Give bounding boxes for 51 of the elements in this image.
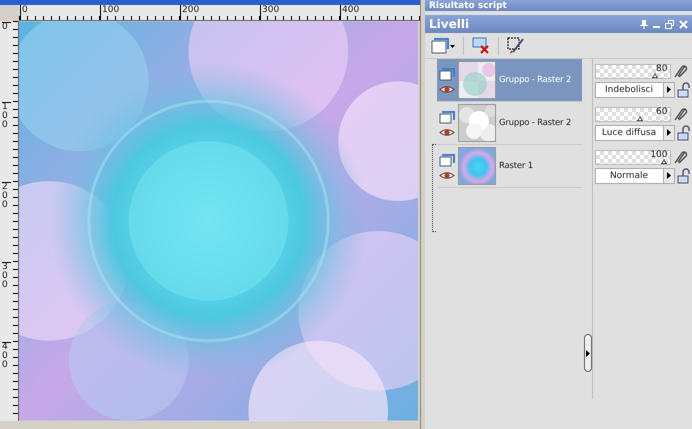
link-icon[interactable] — [673, 107, 688, 121]
layer-type-icon[interactable] — [439, 110, 455, 124]
layer-row[interactable]: Raster 1 — [437, 145, 582, 188]
eye-icon[interactable] — [439, 84, 455, 94]
layer-name: Gruppo - Raster 2 — [499, 74, 572, 86]
layer-row[interactable]: Gruppo - Raster 2 — [437, 102, 582, 145]
ruler-label: 0 — [2, 22, 11, 32]
link-icon[interactable] — [673, 64, 688, 78]
lock-icon[interactable] — [677, 82, 692, 98]
ruler-label: 100 — [2, 102, 11, 130]
slider-thumb[interactable] — [636, 116, 644, 120]
ruler-label: 300 — [2, 262, 11, 290]
panel-title: Livelli — [429, 16, 470, 33]
blend-mode-dropdown[interactable]: Luce diffusa — [594, 124, 674, 140]
pin-icon[interactable] — [640, 20, 648, 28]
ruler-label: 200 — [2, 182, 11, 210]
slider-thumb[interactable] — [650, 72, 659, 78]
caret-icon[interactable] — [662, 168, 674, 182]
lock-icon[interactable] — [677, 124, 692, 140]
panel-title: Risultato script — [429, 1, 508, 11]
eye-icon[interactable] — [439, 128, 455, 136]
mask-brush-icon[interactable] — [507, 36, 525, 54]
caret-icon[interactable] — [662, 82, 674, 96]
opacity-slider[interactable]: 80 — [594, 64, 670, 78]
caret-icon[interactable] — [662, 126, 674, 140]
panel-expand-handle[interactable] — [584, 334, 592, 372]
layer-type-icon[interactable] — [439, 66, 455, 80]
restore-icon[interactable] — [665, 20, 674, 28]
new-layer-icon[interactable] — [431, 38, 455, 54]
opacity-value: 100 — [650, 150, 668, 160]
opacity-slider[interactable]: 60 — [594, 106, 670, 122]
opacity-value: 80 — [656, 64, 668, 74]
lock-icon[interactable] — [677, 168, 692, 184]
ruler-label: 100 — [100, 5, 120, 20]
blend-mode-dropdown[interactable]: Normale — [594, 168, 674, 184]
ruler-label: 300 — [260, 5, 280, 20]
close-icon[interactable] — [679, 20, 688, 28]
layer-name: Raster 1 — [499, 160, 533, 172]
layer-type-icon[interactable] — [439, 152, 455, 166]
ruler-label: 400 — [340, 5, 360, 20]
blend-mode-dropdown[interactable]: Indebolisci — [594, 82, 674, 98]
slider-thumb[interactable] — [660, 158, 668, 164]
opacity-value: 60 — [656, 108, 668, 116]
ruler-label: 400 — [2, 342, 11, 370]
eye-icon[interactable] — [439, 170, 455, 180]
ruler-label: 0 — [20, 5, 28, 20]
ruler-label: 200 — [180, 5, 200, 20]
layer-name: Gruppo - Raster 2 — [499, 116, 572, 130]
opacity-slider[interactable]: 100 — [594, 150, 670, 164]
link-icon[interactable] — [673, 150, 688, 164]
delete-layer-icon[interactable] — [472, 37, 490, 54]
